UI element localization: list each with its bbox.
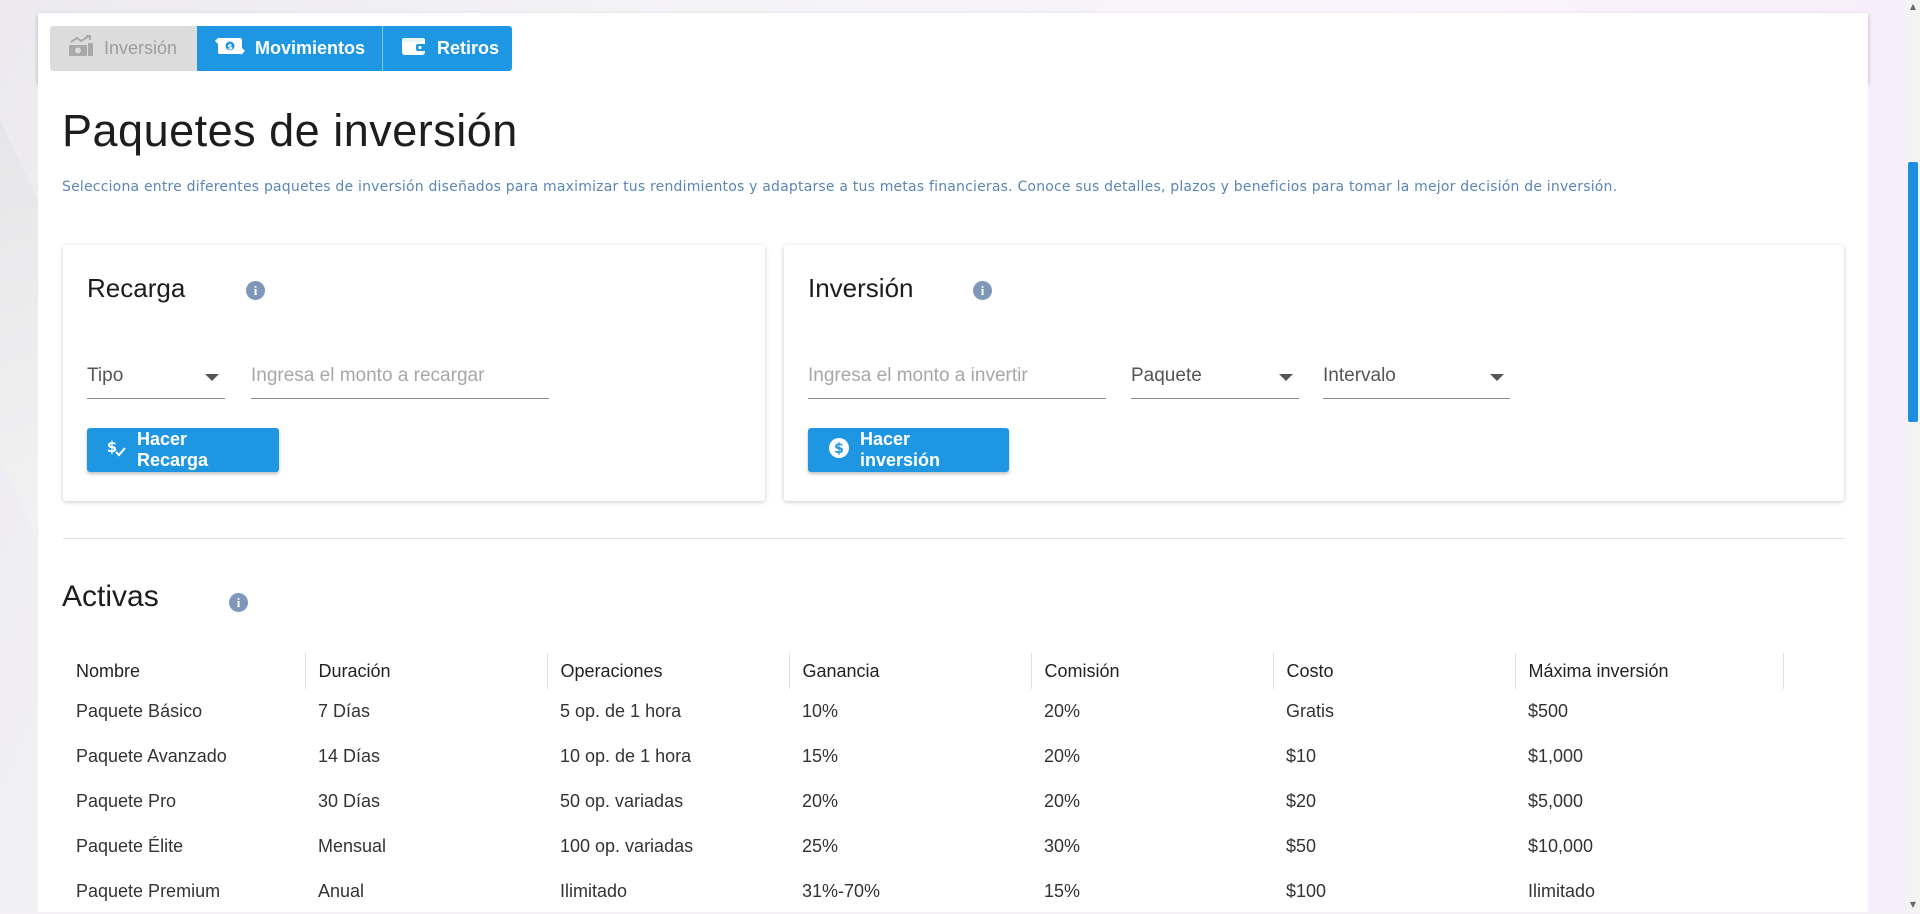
inversion-amount-input[interactable]: Ingresa el monto a invertir [808, 355, 1106, 399]
column-header[interactable]: Nombre [63, 653, 306, 689]
table-cell: 10% [802, 701, 839, 721]
table-cell: Paquete Premium [76, 881, 221, 901]
table-cell: 100 op. variadas [560, 836, 694, 856]
table-cell: 50 op. variadas [560, 791, 684, 811]
activas-title: Activas [62, 580, 159, 613]
table-cell: Paquete Élite [76, 836, 184, 856]
table-cell: $20 [1286, 791, 1317, 811]
activas-table: Nombre Duración Operaciones Ganancia Com… [63, 653, 1784, 914]
section-divider [63, 538, 1844, 539]
chevron-down-icon [1279, 374, 1293, 381]
table-header-row: Nombre Duración Operaciones Ganancia Com… [63, 653, 1784, 689]
table-cell: $100 [1286, 881, 1327, 901]
svg-text:$: $ [107, 438, 117, 456]
tab-retiros-label: Retiros [437, 38, 500, 58]
table-cell: $500 [1528, 701, 1569, 721]
scrollbar-thumb[interactable] [1908, 162, 1918, 422]
table-cell: 20% [1044, 746, 1081, 766]
table-row[interactable]: Paquete Premium Anual Ilimitado 31%-70% … [63, 869, 1783, 914]
table-cell: 30 Días [318, 791, 381, 811]
table-cell: Ilimitado [1528, 881, 1596, 901]
table-cell: $10,000 [1528, 836, 1594, 856]
scroll-down-arrow-icon[interactable]: ▼ [1906, 898, 1920, 912]
recarga-card: Recarga i Tipo Ingresa el monto a recarg… [63, 245, 765, 501]
table-cell: Mensual [318, 836, 387, 856]
info-icon[interactable]: i [229, 593, 248, 612]
inversion-card: Inversión i Ingresa el monto a invertir … [784, 245, 1844, 501]
intervalo-select-label: Intervalo [1323, 365, 1396, 386]
table-cell: $1,000 [1528, 746, 1584, 766]
inversion-amount-placeholder: Ingresa el monto a invertir [808, 365, 1028, 386]
page-title: Paquetes de inversión [62, 105, 518, 156]
table-cell: $50 [1286, 836, 1317, 856]
tab-inversion-label: Inversión [104, 38, 178, 58]
top-nav-bar: Inversión $ Movimientos Retiros [38, 13, 1868, 83]
chart-growth-icon [68, 35, 94, 62]
recarga-amount-input[interactable]: Ingresa el monto a recargar [251, 355, 549, 399]
tab-movimientos[interactable]: $ Movimientos [197, 26, 383, 71]
hacer-inversion-label: Hacer inversión [860, 429, 941, 470]
hacer-inversion-button[interactable]: $ Hacer inversión [808, 428, 1009, 472]
column-header[interactable]: Duración [305, 653, 548, 689]
money-exchange-icon: $ [215, 35, 245, 62]
page-subtitle: Selecciona entre diferentes paquetes de … [62, 179, 1618, 195]
table-cell: 7 Días [318, 701, 371, 721]
column-header[interactable]: Comisión [1031, 653, 1274, 689]
table-row[interactable]: Paquete Básico 7 Días 5 op. de 1 hora 10… [63, 689, 1783, 734]
info-icon[interactable]: i [973, 281, 992, 300]
tab-group: Inversión $ Movimientos Retiros [50, 26, 512, 71]
column-header[interactable]: Operaciones [547, 653, 790, 689]
table-cell: 20% [1044, 791, 1081, 811]
chevron-down-icon [1490, 374, 1504, 381]
hacer-recarga-label: Hacer Recarga [137, 429, 209, 470]
info-icon[interactable]: i [246, 281, 265, 300]
table-cell: Ilimitado [560, 881, 628, 901]
recarga-title: Recarga [87, 273, 186, 303]
table-cell: Paquete Avanzado [76, 746, 227, 766]
table-cell: $5,000 [1528, 791, 1584, 811]
tipo-select[interactable]: Tipo [87, 355, 225, 399]
column-header[interactable]: Ganancia [789, 653, 1032, 689]
chevron-down-icon [205, 374, 219, 381]
table-cell: Anual [318, 881, 365, 901]
table-cell: 20% [1044, 701, 1081, 721]
table-cell: 10 op. de 1 hora [560, 746, 692, 766]
table-cell: 30% [1044, 836, 1081, 856]
dollar-circle-icon: $ [828, 437, 850, 464]
tab-retiros[interactable]: Retiros [383, 26, 512, 71]
table-row[interactable]: Paquete Élite Mensual 100 op. variadas 2… [63, 824, 1783, 869]
wallet-icon [401, 35, 427, 62]
table-row[interactable]: Paquete Pro 30 Días 50 op. variadas 20% … [63, 779, 1783, 824]
dollar-check-icon: $ [107, 438, 127, 463]
paquete-select[interactable]: Paquete [1131, 355, 1299, 399]
recarga-amount-placeholder: Ingresa el monto a recargar [251, 365, 485, 386]
table-cell: 15% [1044, 881, 1081, 901]
main-panel: Paquetes de inversión Selecciona entre d… [38, 83, 1868, 912]
vertical-scrollbar[interactable]: ▲ ▼ [1906, 0, 1920, 912]
svg-text:$: $ [834, 441, 844, 457]
table-cell: $10 [1286, 746, 1317, 766]
inversion-title: Inversión [808, 273, 914, 303]
intervalo-select[interactable]: Intervalo [1323, 355, 1510, 399]
tab-inversion[interactable]: Inversión [50, 26, 197, 71]
table-cell: 14 Días [318, 746, 381, 766]
table-row[interactable]: Paquete Avanzado 14 Días 10 op. de 1 hor… [63, 734, 1783, 779]
table-cell: Gratis [1286, 701, 1335, 721]
table-cell: 20% [802, 791, 839, 811]
table-cell: 5 op. de 1 hora [560, 701, 682, 721]
column-header[interactable]: Máxima inversión [1515, 653, 1784, 689]
table-cell: 25% [802, 836, 839, 856]
table-cell: Paquete Básico [76, 701, 203, 721]
tab-movimientos-label: Movimientos [255, 38, 366, 58]
column-header[interactable]: Costo [1273, 653, 1516, 689]
hacer-recarga-button[interactable]: $ Hacer Recarga [87, 428, 279, 472]
tipo-select-label: Tipo [87, 365, 124, 386]
scroll-up-arrow-icon[interactable]: ▲ [1906, 0, 1920, 14]
table-cell: 31%-70% [802, 881, 881, 901]
table-cell: 15% [802, 746, 839, 766]
svg-text:$: $ [227, 43, 233, 52]
table-cell: Paquete Pro [76, 791, 177, 811]
paquete-select-label: Paquete [1131, 365, 1202, 386]
